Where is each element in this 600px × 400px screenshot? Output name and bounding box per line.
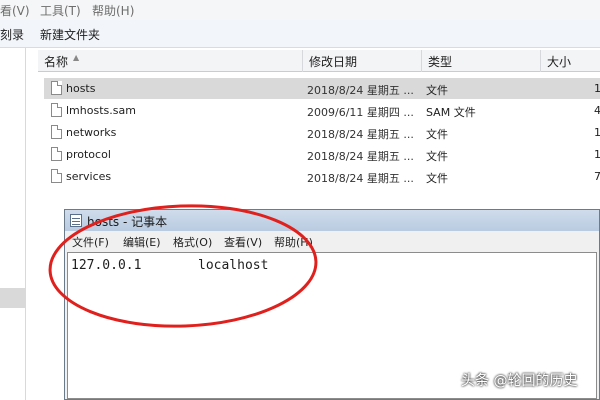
column-header-size-label: 大小 bbox=[547, 55, 572, 69]
file-type: 文件 bbox=[426, 128, 448, 141]
file-row-services[interactable]: services 2018/8/24 星期五 ... 文件 7 bbox=[44, 166, 600, 187]
notepad-menu-bar: 文件(F) 编辑(E) 格式(O) 查看(V) 帮助(H) bbox=[65, 231, 599, 251]
file-name: lmhosts.sam bbox=[66, 104, 136, 117]
file-date: 2018/8/24 星期五 ... bbox=[307, 128, 414, 141]
menu-view[interactable]: 看(V) bbox=[0, 2, 30, 19]
file-icon bbox=[51, 147, 62, 161]
file-type: 文件 bbox=[426, 150, 448, 163]
notepad-menu-edit[interactable]: 编辑(E) bbox=[123, 234, 161, 250]
sort-ascending-icon: ▲ bbox=[73, 53, 80, 62]
column-header-type[interactable]: 类型 bbox=[422, 50, 541, 72]
column-header-name[interactable]: 名称 ▲ bbox=[38, 50, 303, 72]
menu-help[interactable]: 帮助(H) bbox=[92, 2, 134, 19]
navigation-pane[interactable] bbox=[0, 48, 26, 400]
file-type: 文件 bbox=[426, 84, 448, 97]
notepad-title: hosts - 记事本 bbox=[87, 215, 168, 229]
file-icon bbox=[51, 125, 62, 139]
file-row-networks[interactable]: networks 2018/8/24 星期五 ... 文件 1 bbox=[44, 122, 600, 143]
column-header-date-label: 修改日期 bbox=[309, 55, 358, 69]
column-header-date[interactable]: 修改日期 bbox=[303, 50, 422, 72]
column-header-name-label: 名称 bbox=[44, 55, 69, 69]
notepad-menu-file[interactable]: 文件(F) bbox=[72, 234, 109, 250]
menu-tools[interactable]: 工具(T) bbox=[40, 2, 81, 19]
file-icon bbox=[51, 103, 62, 117]
file-row-lmhosts[interactable]: lmhosts.sam 2009/6/11 星期四 ... SAM 文件 4 bbox=[44, 100, 600, 121]
file-name: protocol bbox=[66, 148, 111, 161]
file-size: 1 bbox=[594, 82, 600, 95]
file-date: 2009/6/11 星期四 ... bbox=[307, 106, 414, 119]
file-name: hosts bbox=[66, 82, 96, 95]
file-name: services bbox=[66, 170, 112, 183]
explorer-toolbar: 刻录 新建文件夹 bbox=[0, 20, 600, 48]
hosts-entry-hostname: localhost bbox=[198, 258, 269, 273]
file-row-protocol[interactable]: protocol 2018/8/24 星期五 ... 文件 1 bbox=[44, 144, 600, 165]
file-type: 文件 bbox=[426, 172, 448, 185]
file-size: 1 bbox=[594, 148, 600, 161]
burn-button[interactable]: 刻录 bbox=[0, 26, 24, 43]
explorer-menu-bar: 看(V) 工具(T) 帮助(H) bbox=[0, 0, 600, 20]
notepad-icon bbox=[70, 214, 82, 227]
column-header-type-label: 类型 bbox=[428, 55, 453, 69]
file-date: 2018/8/24 星期五 ... bbox=[307, 172, 414, 185]
notepad-title-bar[interactable]: hosts - 记事本 bbox=[65, 210, 599, 231]
file-row-hosts[interactable]: hosts 2018/8/24 星期五 ... 文件 1 bbox=[44, 78, 600, 99]
notepad-menu-format[interactable]: 格式(O) bbox=[173, 234, 212, 250]
nav-selected-item[interactable] bbox=[0, 288, 26, 308]
file-date: 2018/8/24 星期五 ... bbox=[307, 84, 414, 97]
file-size: 4 bbox=[594, 104, 600, 117]
notepad-menu-view[interactable]: 查看(V) bbox=[224, 234, 262, 250]
new-folder-button[interactable]: 新建文件夹 bbox=[40, 26, 100, 43]
file-name: networks bbox=[66, 126, 117, 139]
file-size: 1 bbox=[594, 126, 600, 139]
file-size: 7 bbox=[594, 170, 600, 183]
file-date: 2018/8/24 星期五 ... bbox=[307, 150, 414, 163]
column-headers: 名称 ▲ 修改日期 类型 大小 bbox=[38, 50, 600, 72]
hosts-entry-ip: 127.0.0.1 bbox=[71, 258, 142, 273]
file-icon bbox=[51, 81, 62, 95]
file-type: SAM 文件 bbox=[426, 106, 476, 119]
watermark: 头条 @轮回的历史 bbox=[461, 373, 578, 389]
notepad-menu-help[interactable]: 帮助(H) bbox=[274, 234, 313, 250]
column-header-size[interactable]: 大小 bbox=[541, 50, 600, 72]
file-icon bbox=[51, 169, 62, 183]
